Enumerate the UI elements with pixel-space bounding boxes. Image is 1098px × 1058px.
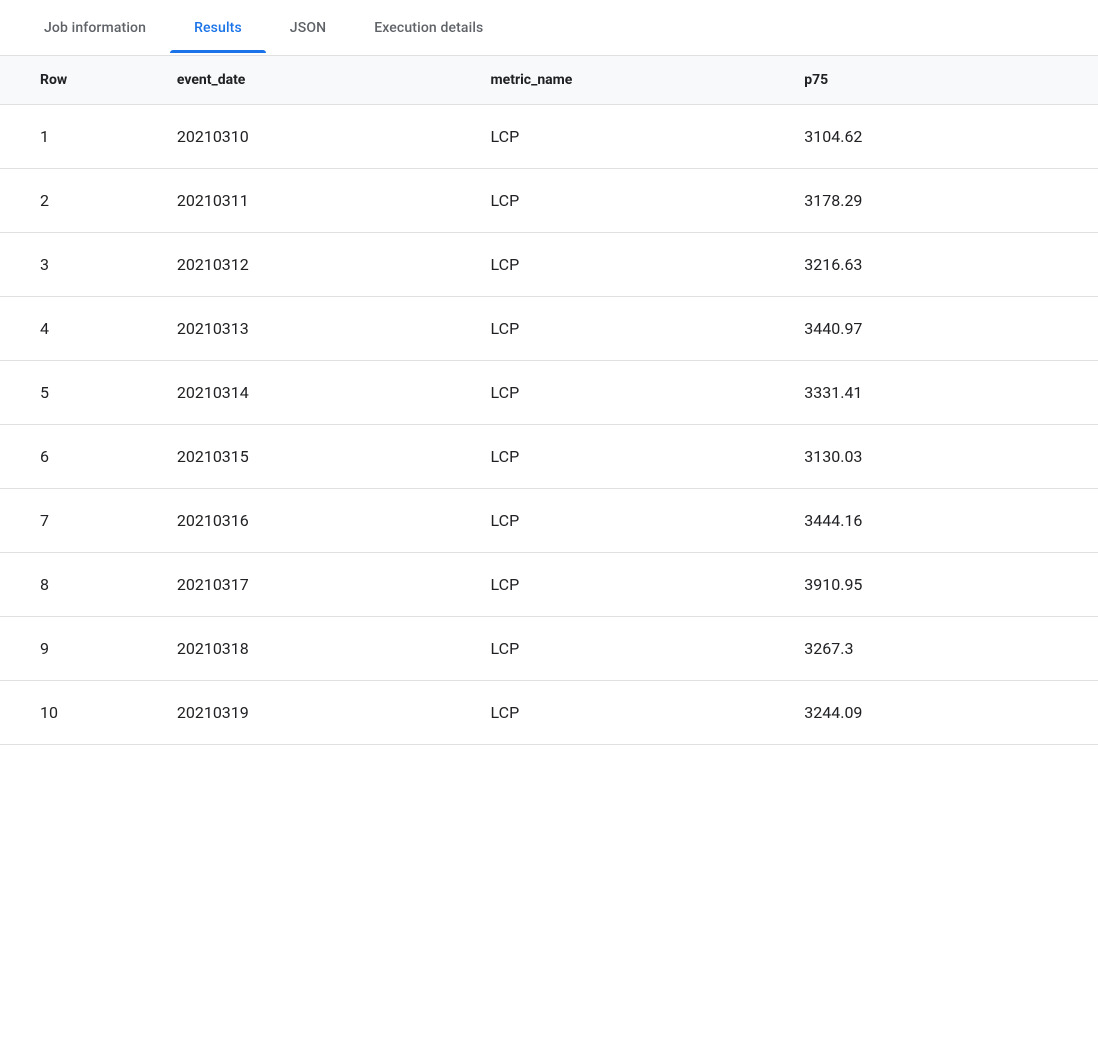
table-row: 720210316LCP3444.16 — [0, 489, 1098, 553]
column-header-row: Row — [0, 56, 157, 105]
cell-metric_name: LCP — [471, 233, 785, 297]
cell-p75: 3244.09 — [784, 681, 1098, 745]
cell-metric_name: LCP — [471, 425, 785, 489]
cell-event_date: 20210313 — [157, 297, 471, 361]
cell-row: 8 — [0, 553, 157, 617]
cell-p75: 3444.16 — [784, 489, 1098, 553]
cell-event_date: 20210316 — [157, 489, 471, 553]
table-header-row: Rowevent_datemetric_namep75 — [0, 56, 1098, 105]
table-row: 920210318LCP3267.3 — [0, 617, 1098, 681]
cell-p75: 3178.29 — [784, 169, 1098, 233]
table-row: 620210315LCP3130.03 — [0, 425, 1098, 489]
cell-metric_name: LCP — [471, 553, 785, 617]
table-row: 520210314LCP3331.41 — [0, 361, 1098, 425]
tab-job-information[interactable]: Job information — [20, 4, 170, 52]
cell-row: 1 — [0, 105, 157, 169]
cell-p75: 3440.97 — [784, 297, 1098, 361]
cell-metric_name: LCP — [471, 105, 785, 169]
cell-row: 6 — [0, 425, 157, 489]
cell-row: 10 — [0, 681, 157, 745]
cell-metric_name: LCP — [471, 361, 785, 425]
tab-execution-details[interactable]: Execution details — [350, 4, 507, 52]
cell-p75: 3130.03 — [784, 425, 1098, 489]
column-header-p75: p75 — [784, 56, 1098, 105]
cell-p75: 3910.95 — [784, 553, 1098, 617]
results-table: Rowevent_datemetric_namep75 120210310LCP… — [0, 56, 1098, 745]
cell-event_date: 20210318 — [157, 617, 471, 681]
cell-event_date: 20210314 — [157, 361, 471, 425]
cell-metric_name: LCP — [471, 297, 785, 361]
cell-row: 5 — [0, 361, 157, 425]
table-row: 1020210319LCP3244.09 — [0, 681, 1098, 745]
cell-event_date: 20210315 — [157, 425, 471, 489]
table-container: Rowevent_datemetric_namep75 120210310LCP… — [0, 56, 1098, 745]
cell-row: 9 — [0, 617, 157, 681]
cell-metric_name: LCP — [471, 617, 785, 681]
cell-event_date: 20210310 — [157, 105, 471, 169]
cell-event_date: 20210312 — [157, 233, 471, 297]
cell-p75: 3216.63 — [784, 233, 1098, 297]
table-header: Rowevent_datemetric_namep75 — [0, 56, 1098, 105]
table-row: 320210312LCP3216.63 — [0, 233, 1098, 297]
cell-p75: 3331.41 — [784, 361, 1098, 425]
cell-p75: 3267.3 — [784, 617, 1098, 681]
cell-event_date: 20210317 — [157, 553, 471, 617]
table-body: 120210310LCP3104.62220210311LCP3178.2932… — [0, 105, 1098, 745]
cell-metric_name: LCP — [471, 169, 785, 233]
cell-event_date: 20210311 — [157, 169, 471, 233]
table-row: 220210311LCP3178.29 — [0, 169, 1098, 233]
tab-results[interactable]: Results — [170, 4, 266, 52]
table-row: 120210310LCP3104.62 — [0, 105, 1098, 169]
cell-metric_name: LCP — [471, 489, 785, 553]
table-row: 420210313LCP3440.97 — [0, 297, 1098, 361]
column-header-event_date: event_date — [157, 56, 471, 105]
cell-row: 3 — [0, 233, 157, 297]
tab-json[interactable]: JSON — [266, 4, 350, 52]
cell-metric_name: LCP — [471, 681, 785, 745]
cell-row: 4 — [0, 297, 157, 361]
cell-row: 2 — [0, 169, 157, 233]
cell-row: 7 — [0, 489, 157, 553]
cell-p75: 3104.62 — [784, 105, 1098, 169]
table-row: 820210317LCP3910.95 — [0, 553, 1098, 617]
cell-event_date: 20210319 — [157, 681, 471, 745]
tabs-container: Job informationResultsJSONExecution deta… — [0, 0, 1098, 56]
column-header-metric_name: metric_name — [471, 56, 785, 105]
